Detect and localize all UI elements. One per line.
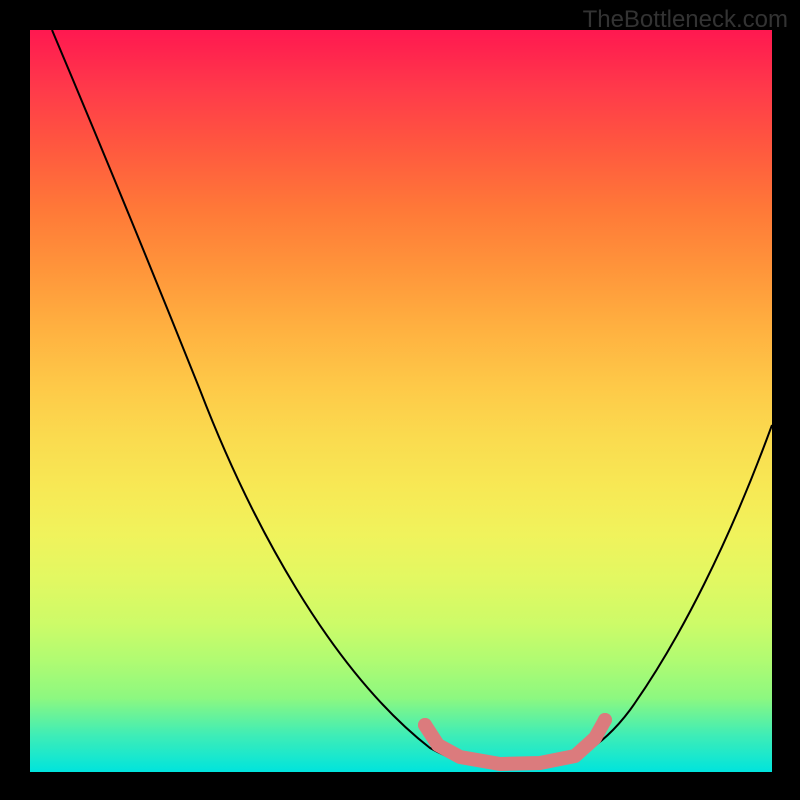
- chart-svg: [30, 30, 772, 772]
- trough-marker-start: [418, 718, 432, 732]
- watermark-text: TheBottleneck.com: [583, 6, 788, 34]
- bottleneck-curve-line: [52, 30, 772, 768]
- trough-marker-end: [598, 713, 612, 727]
- chart-plot-area: [30, 30, 772, 772]
- trough-highlight-line: [425, 720, 605, 764]
